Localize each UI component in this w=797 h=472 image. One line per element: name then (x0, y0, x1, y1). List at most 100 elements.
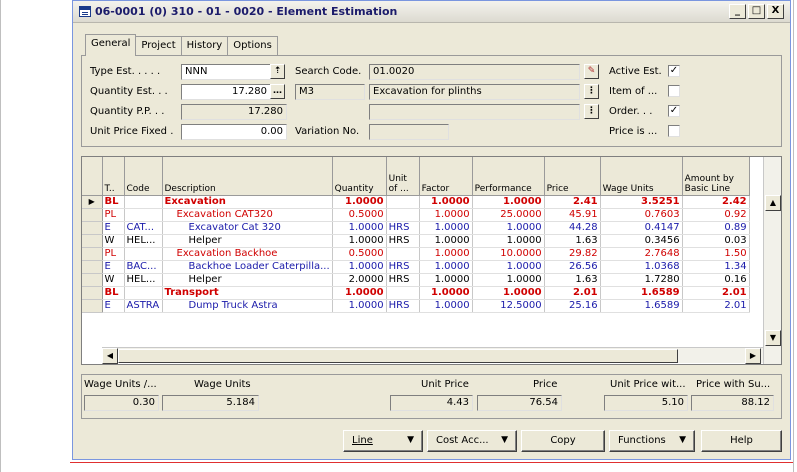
assist-edit-icon[interactable]: … (270, 84, 285, 99)
list-icon[interactable]: ⋮ (584, 84, 599, 99)
cell-unit[interactable] (386, 247, 420, 261)
cell-price[interactable]: 26.56 (544, 260, 601, 274)
cell-amount[interactable]: 2.01 (682, 299, 750, 313)
cell-amount[interactable]: 0.89 (682, 221, 750, 235)
current-row-arrow-icon[interactable]: ▶ (82, 195, 103, 209)
maximize-button[interactable]: □ (748, 4, 765, 19)
table-row[interactable]: ▶ BL Excavation 1.0000 1.0000 1.0000 2.41 3.525… (82, 195, 750, 209)
table-row[interactable]: PL Excavation Backhoe 0.5000 1.0000 10.0000 2… (82, 247, 750, 261)
cell-unit[interactable] (386, 286, 420, 300)
cell-price[interactable]: 25.16 (544, 299, 601, 313)
tab-options[interactable]: Options (227, 36, 278, 56)
scroll-right-icon[interactable]: ▶ (745, 348, 761, 364)
cost-acc-menu-button[interactable]: Cost Acc... ▼ (427, 430, 517, 452)
cell-description[interactable]: Excavator Cat 320 (162, 221, 333, 235)
table-row[interactable]: E BAC... Backhoe Loader Caterpilla... 1.000… (82, 260, 750, 274)
cell-wage-units[interactable]: 1.0368 (600, 260, 683, 274)
cell-price[interactable]: 1.63 (544, 234, 601, 248)
cell-wage-units[interactable]: 2.7648 (600, 247, 683, 261)
cell-quantity[interactable]: 1.0000 (332, 221, 387, 235)
cell-type[interactable]: W (102, 273, 125, 287)
cell-quantity[interactable]: 1.0000 (332, 234, 387, 248)
cell-factor[interactable]: 1.0000 (419, 247, 473, 261)
cell-type[interactable]: E (102, 221, 125, 235)
cell-type[interactable]: W (102, 234, 125, 248)
scroll-left-icon[interactable]: ◀ (102, 348, 118, 364)
cell-quantity[interactable]: 1.0000 (332, 286, 387, 300)
cell-description[interactable]: Helper (162, 234, 333, 248)
table-row[interactable]: W HEL... Helper 1.0000 HRS 1.0000 1.0000 1.63 0.… (82, 234, 750, 248)
copy-button[interactable]: Copy (521, 430, 605, 452)
cell-unit[interactable]: HRS (386, 299, 420, 313)
cell-code[interactable]: CAT... (124, 221, 163, 235)
price-is-checkbox[interactable] (668, 125, 680, 137)
order-checkbox[interactable]: ✓ (668, 105, 680, 117)
cell-quantity[interactable]: 1.0000 (332, 299, 387, 313)
row-selector[interactable] (82, 221, 103, 235)
cell-factor[interactable]: 1.0000 (419, 195, 473, 209)
cell-wage-units[interactable]: 0.4147 (600, 221, 683, 235)
cell-performance[interactable]: 12.5000 (472, 299, 545, 313)
row-selector[interactable] (82, 234, 103, 248)
cell-unit[interactable]: HRS (386, 273, 420, 287)
cell-performance[interactable]: 1.0000 (472, 221, 545, 235)
list-icon[interactable]: ⋮ (584, 104, 599, 119)
cell-code[interactable]: BAC... (124, 260, 163, 274)
cell-code[interactable]: ASTRA (124, 299, 163, 313)
cell-code[interactable] (124, 208, 163, 222)
cell-quantity[interactable]: 2.0000 (332, 273, 387, 287)
cell-wage-units[interactable]: 3.5251 (600, 195, 683, 209)
active-est-checkbox[interactable]: ✓ (668, 65, 680, 77)
tab-general[interactable]: General (85, 34, 137, 56)
cell-description[interactable]: Excavation Backhoe (162, 247, 333, 261)
column-header-factor[interactable]: Factor (419, 157, 473, 196)
table-row[interactable]: E ASTRA Dump Truck Astra 1.0000 HRS 1.0000 12.… (82, 299, 750, 313)
cell-price[interactable]: 1.63 (544, 273, 601, 287)
column-header-type[interactable]: T.. (102, 157, 125, 196)
minimize-button[interactable]: _ (729, 4, 746, 19)
cell-performance[interactable]: 1.0000 (472, 234, 545, 248)
cell-amount[interactable]: 2.42 (682, 195, 750, 209)
cell-type[interactable]: PL (102, 247, 125, 261)
type-est-field[interactable]: NNN (181, 64, 271, 80)
cell-performance[interactable]: 1.0000 (472, 195, 545, 209)
cell-factor[interactable]: 1.0000 (419, 234, 473, 248)
row-selector[interactable] (82, 260, 103, 274)
cell-performance[interactable]: 1.0000 (472, 273, 545, 287)
horizontal-scrollbar[interactable]: ◀ ▶ (102, 347, 763, 364)
row-selector[interactable] (82, 247, 103, 261)
cell-amount[interactable]: 0.03 (682, 234, 750, 248)
cell-factor[interactable]: 1.0000 (419, 221, 473, 235)
column-header-description[interactable]: Description (162, 157, 333, 196)
tab-history[interactable]: History (180, 36, 229, 56)
cell-factor[interactable]: 1.0000 (419, 273, 473, 287)
row-selector[interactable] (82, 273, 103, 287)
cell-unit[interactable]: HRS (386, 234, 420, 248)
cell-quantity[interactable]: 1.0000 (332, 195, 387, 209)
horizontal-scroll-thumb[interactable] (118, 349, 678, 363)
cell-description[interactable]: Excavation CAT320 (162, 208, 333, 222)
cell-price[interactable]: 44.28 (544, 221, 601, 235)
column-header-performance[interactable]: Performance (472, 157, 545, 196)
cell-amount[interactable]: 0.92 (682, 208, 750, 222)
tab-project[interactable]: Project (135, 36, 182, 56)
cell-price[interactable]: 29.82 (544, 247, 601, 261)
cell-quantity[interactable]: 0.5000 (332, 208, 387, 222)
cell-factor[interactable]: 1.0000 (419, 208, 473, 222)
cell-amount[interactable]: 2.01 (682, 286, 750, 300)
cell-performance[interactable]: 10.0000 (472, 247, 545, 261)
cell-quantity[interactable]: 0.5000 (332, 247, 387, 261)
line-menu-button[interactable]: Line ▼ (343, 430, 423, 452)
cell-wage-units[interactable]: 1.6589 (600, 286, 683, 300)
table-row[interactable]: E CAT... Excavator Cat 320 1.0000 HRS 1.0000 1… (82, 221, 750, 235)
help-button[interactable]: Help (701, 430, 782, 452)
row-selector[interactable] (82, 286, 103, 300)
cell-code[interactable] (124, 247, 163, 261)
cell-price[interactable]: 2.41 (544, 195, 601, 209)
column-header-wage-units[interactable]: Wage Units (600, 157, 683, 196)
cell-type[interactable]: BL (102, 286, 125, 300)
title-bar[interactable]: 06-0001 (0) 310 - 01 - 0020 - Element Es… (73, 1, 790, 23)
cell-type[interactable]: E (102, 299, 125, 313)
column-header-code[interactable]: Code (124, 157, 163, 196)
row-selector[interactable] (82, 208, 103, 222)
